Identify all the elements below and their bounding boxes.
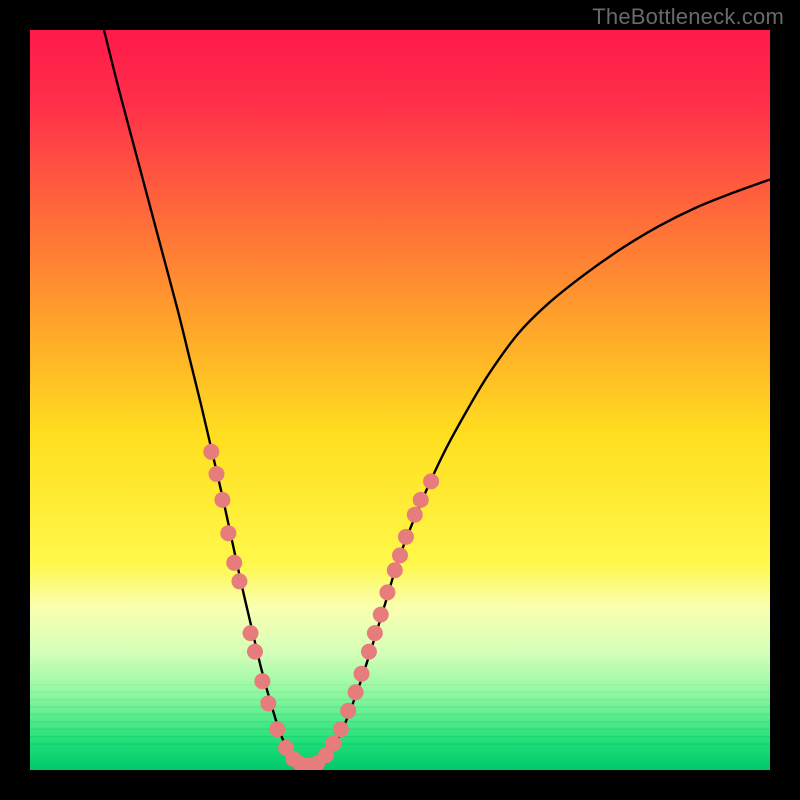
marker-dot xyxy=(247,644,263,660)
marker-dot xyxy=(214,492,230,508)
marker-dot xyxy=(413,492,429,508)
marker-dot xyxy=(220,525,236,541)
plot-area xyxy=(30,30,770,770)
marker-dot xyxy=(423,473,439,489)
marker-dot xyxy=(325,735,341,751)
marker-dot xyxy=(333,721,349,737)
watermark-text: TheBottleneck.com xyxy=(592,4,784,30)
chart-frame: TheBottleneck.com xyxy=(0,0,800,800)
marker-dot xyxy=(231,573,247,589)
bottleneck-chart xyxy=(30,30,770,770)
marker-dot xyxy=(379,584,395,600)
marker-dot xyxy=(361,644,377,660)
marker-dot xyxy=(340,703,356,719)
marker-dot xyxy=(260,695,276,711)
marker-dot xyxy=(392,547,408,563)
marker-dot xyxy=(254,673,270,689)
marker-dot xyxy=(398,529,414,545)
gradient-background xyxy=(30,30,770,770)
marker-dot xyxy=(208,466,224,482)
marker-dot xyxy=(407,507,423,523)
marker-dot xyxy=(354,666,370,682)
marker-dot xyxy=(243,625,259,641)
marker-dot xyxy=(203,444,219,460)
marker-dot xyxy=(387,562,403,578)
marker-dot xyxy=(373,607,389,623)
marker-dot xyxy=(367,625,383,641)
marker-dot xyxy=(348,684,364,700)
marker-dot xyxy=(269,721,285,737)
marker-dot xyxy=(226,555,242,571)
